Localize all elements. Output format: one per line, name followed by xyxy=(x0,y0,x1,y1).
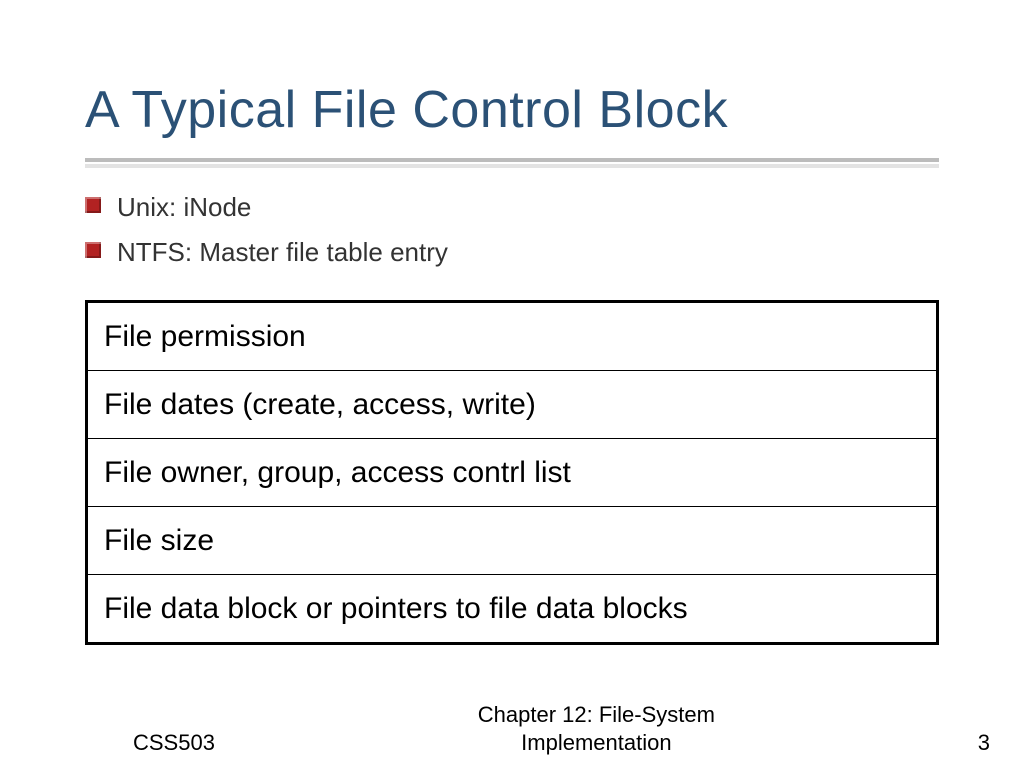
slide-footer: CSS503 Chapter 12: File-System Implement… xyxy=(0,701,1024,756)
title-underline xyxy=(85,158,939,162)
table-row: File permission xyxy=(87,302,938,371)
fcb-table: File permission File dates (create, acce… xyxy=(85,300,939,645)
table-row: File size xyxy=(87,507,938,575)
footer-page-number: 3 xyxy=(978,730,996,756)
slide-container: A Typical File Control Block Unix: iNode… xyxy=(0,0,1024,768)
footer-center-line2: Implementation xyxy=(521,730,671,755)
footer-course-code: CSS503 xyxy=(28,730,215,756)
slide-title: A Typical File Control Block xyxy=(85,80,939,140)
square-bullet-icon xyxy=(85,197,101,213)
list-item: Unix: iNode xyxy=(117,190,939,225)
bullet-text: Unix: iNode xyxy=(117,192,251,222)
bullet-list: Unix: iNode NTFS: Master file table entr… xyxy=(85,190,939,270)
footer-center-line1: Chapter 12: File-System xyxy=(478,702,715,727)
square-bullet-icon xyxy=(85,242,101,258)
table-row: File dates (create, access, write) xyxy=(87,371,938,439)
table-row: File owner, group, access contrl list xyxy=(87,439,938,507)
table-row: File data block or pointers to file data… xyxy=(87,575,938,644)
list-item: NTFS: Master file table entry xyxy=(117,235,939,270)
footer-chapter-title: Chapter 12: File-System Implementation xyxy=(215,701,978,756)
bullet-text: NTFS: Master file table entry xyxy=(117,237,448,267)
